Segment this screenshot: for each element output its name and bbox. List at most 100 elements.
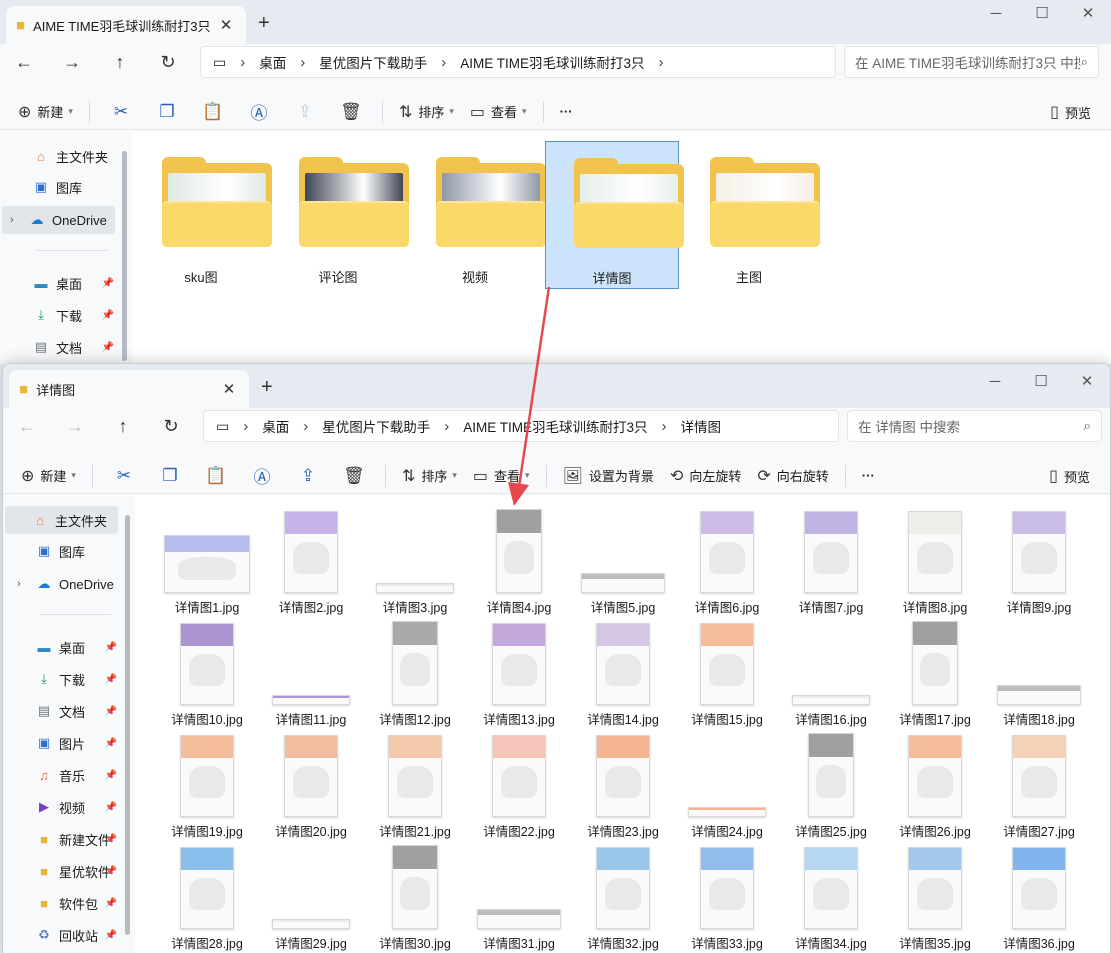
file-item[interactable]: 详情图36.jpg bbox=[987, 841, 1091, 951]
file-item[interactable]: 详情图10.jpg bbox=[155, 617, 259, 727]
folder-item[interactable]: 详情图 bbox=[545, 141, 684, 289]
file-item[interactable]: 详情图4.jpg bbox=[467, 505, 571, 615]
sidebar-item-home[interactable]: ⌂ 主文件夹 bbox=[6, 142, 116, 170]
file-item[interactable]: 详情图13.jpg bbox=[467, 617, 571, 727]
pin-icon[interactable]: 📌 bbox=[105, 642, 117, 653]
sidebar-item-pictures[interactable]: ▣ 图片 📌 bbox=[9, 729, 119, 757]
breadcrumb-item[interactable]: AIME TIME羽毛球训练耐打3只 bbox=[460, 52, 644, 72]
refresh-icon[interactable]: ↻ bbox=[147, 416, 195, 437]
sidebar-item-documents[interactable]: ▤ 文档 📌 bbox=[9, 697, 119, 725]
view-button[interactable]: ▭ 查看 ▾ bbox=[465, 460, 538, 492]
sort-button[interactable]: ⇅ 排序 ▾ bbox=[394, 460, 465, 492]
chevron-right-icon[interactable]: › bbox=[444, 418, 449, 435]
folder-item[interactable]: 评论图 bbox=[271, 141, 409, 289]
file-item[interactable]: 详情图8.jpg bbox=[883, 505, 987, 615]
file-item[interactable]: 详情图12.jpg bbox=[363, 617, 467, 727]
chevron-right-icon[interactable]: › bbox=[10, 214, 14, 226]
new-button[interactable]: ⊕ 新建 ▾ bbox=[13, 460, 84, 492]
refresh-icon[interactable]: ↻ bbox=[144, 52, 192, 73]
file-item[interactable]: 详情图23.jpg bbox=[571, 729, 675, 839]
sidebar-item-desktop[interactable]: ▬ 桌面 📌 bbox=[9, 633, 119, 661]
chevron-right-icon[interactable]: › bbox=[300, 54, 305, 71]
copy-icon[interactable]: ❐ bbox=[147, 466, 193, 486]
sidebar-item-xingyou[interactable]: ■ 星优软件 📌 bbox=[9, 857, 119, 885]
sidebar-item-videos[interactable]: ▶ 视频 📌 bbox=[9, 793, 119, 821]
breadcrumb-item[interactable]: AIME TIME羽毛球训练耐打3只 bbox=[463, 416, 647, 436]
close-window-icon[interactable]: ✕ bbox=[1065, 0, 1111, 30]
sidebar-item-onedrive[interactable]: › ☁ OneDrive bbox=[9, 570, 119, 598]
cut-icon[interactable]: ✂ bbox=[101, 466, 147, 486]
file-item[interactable]: 详情图24.jpg bbox=[675, 729, 779, 839]
paste-icon[interactable]: 📋 bbox=[193, 466, 239, 486]
file-item[interactable]: 详情图5.jpg bbox=[571, 505, 675, 615]
preview-button[interactable]: ▯ 预览 bbox=[1042, 96, 1099, 128]
copy-icon[interactable]: ❐ bbox=[144, 102, 190, 122]
file-item[interactable]: 详情图30.jpg bbox=[363, 841, 467, 951]
search-input[interactable]: 在 详情图 中搜索 ⌕ bbox=[847, 410, 1102, 442]
maximize-icon[interactable]: ☐ bbox=[1019, 0, 1065, 30]
file-item[interactable]: 详情图6.jpg bbox=[675, 505, 779, 615]
sidebar-item-documents[interactable]: ▤ 文档 📌 bbox=[6, 333, 116, 361]
delete-icon[interactable]: 🗑 bbox=[331, 466, 377, 486]
pin-icon[interactable]: 📌 bbox=[105, 930, 117, 941]
close-window-icon[interactable]: ✕ bbox=[1064, 368, 1110, 398]
cut-icon[interactable]: ✂ bbox=[98, 102, 144, 122]
sidebar-item-music[interactable]: ♫ 音乐 📌 bbox=[9, 761, 119, 789]
folder-item[interactable]: 视频 bbox=[408, 141, 546, 289]
rotate-left-button[interactable]: ⟲ 向左旋转 bbox=[662, 460, 749, 492]
file-item[interactable]: 详情图19.jpg bbox=[155, 729, 259, 839]
file-item[interactable]: 详情图34.jpg bbox=[779, 841, 883, 951]
share-icon[interactable]: ⇪ bbox=[285, 466, 331, 486]
sidebar-item-downloads[interactable]: ⤓ 下载 📌 bbox=[9, 665, 119, 693]
pin-icon[interactable]: 📌 bbox=[105, 738, 117, 749]
file-item[interactable]: 详情图2.jpg bbox=[259, 505, 363, 615]
file-item[interactable]: 详情图32.jpg bbox=[571, 841, 675, 951]
new-tab-button[interactable]: + bbox=[261, 376, 273, 399]
share-icon[interactable]: ⇪ bbox=[282, 102, 328, 122]
tab-active[interactable]: ■ 详情图 ✕ bbox=[9, 370, 249, 408]
file-item[interactable]: 详情图27.jpg bbox=[987, 729, 1091, 839]
chevron-right-icon[interactable]: › bbox=[441, 54, 446, 71]
file-item[interactable]: 详情图1.jpg bbox=[155, 505, 259, 615]
pin-icon[interactable]: 📌 bbox=[105, 706, 117, 717]
file-item[interactable]: 详情图17.jpg bbox=[883, 617, 987, 727]
file-item[interactable]: 详情图26.jpg bbox=[883, 729, 987, 839]
sidebar-scrollbar[interactable] bbox=[122, 151, 127, 361]
file-item[interactable]: 详情图18.jpg bbox=[987, 617, 1091, 727]
file-item[interactable]: 详情图3.jpg bbox=[363, 505, 467, 615]
chevron-right-icon[interactable]: › bbox=[17, 578, 21, 590]
sort-button[interactable]: ⇅ 排序 ▾ bbox=[391, 96, 462, 128]
rotate-right-button[interactable]: ⟳ 向右旋转 bbox=[749, 460, 836, 492]
file-item[interactable]: 详情图21.jpg bbox=[363, 729, 467, 839]
folder-item[interactable]: 主图 bbox=[682, 141, 820, 289]
tab-active[interactable]: ■ AIME TIME羽毛球训练耐打3只 ✕ bbox=[6, 6, 246, 44]
pin-icon[interactable]: 📌 bbox=[105, 802, 117, 813]
pin-icon[interactable]: 📌 bbox=[105, 770, 117, 781]
chevron-right-icon[interactable]: › bbox=[659, 54, 664, 71]
up-arrow-icon[interactable]: ↑ bbox=[99, 416, 147, 437]
more-button[interactable]: ··· bbox=[552, 96, 581, 128]
new-tab-button[interactable]: + bbox=[258, 12, 270, 35]
sidebar-item-downloads[interactable]: ⤓ 下载 📌 bbox=[6, 301, 116, 329]
breadcrumb[interactable]: ▭ › 桌面 › 星优图片下载助手 › AIME TIME羽毛球训练耐打3只 ›… bbox=[203, 410, 839, 442]
file-item[interactable]: 详情图35.jpg bbox=[883, 841, 987, 951]
up-arrow-icon[interactable]: ↑ bbox=[96, 52, 144, 73]
more-button[interactable]: ··· bbox=[854, 460, 883, 492]
close-tab-icon[interactable]: ✕ bbox=[219, 380, 239, 398]
breadcrumb-item[interactable]: 桌面 bbox=[259, 52, 286, 72]
back-arrow-icon[interactable]: ← bbox=[0, 52, 48, 73]
file-item[interactable]: 详情图22.jpg bbox=[467, 729, 571, 839]
pin-icon[interactable]: 📌 bbox=[102, 310, 114, 321]
chevron-right-icon[interactable]: › bbox=[662, 418, 667, 435]
chevron-right-icon[interactable]: › bbox=[243, 418, 248, 435]
pin-icon[interactable]: 📌 bbox=[105, 898, 117, 909]
sidebar-item-recycle[interactable]: ♻ 回收站 📌 bbox=[9, 921, 119, 949]
file-item[interactable]: 详情图29.jpg bbox=[259, 841, 363, 951]
back-arrow-icon[interactable]: ← bbox=[3, 416, 51, 437]
maximize-icon[interactable]: ☐ bbox=[1018, 368, 1064, 398]
sidebar-item-gallery[interactable]: ▣ 图库 bbox=[6, 173, 116, 201]
rename-icon[interactable]: Ⓐ bbox=[236, 99, 282, 124]
rename-icon[interactable]: Ⓐ bbox=[239, 463, 285, 488]
view-button[interactable]: ▭ 查看 ▾ bbox=[462, 96, 535, 128]
pin-icon[interactable]: 📌 bbox=[102, 342, 114, 353]
